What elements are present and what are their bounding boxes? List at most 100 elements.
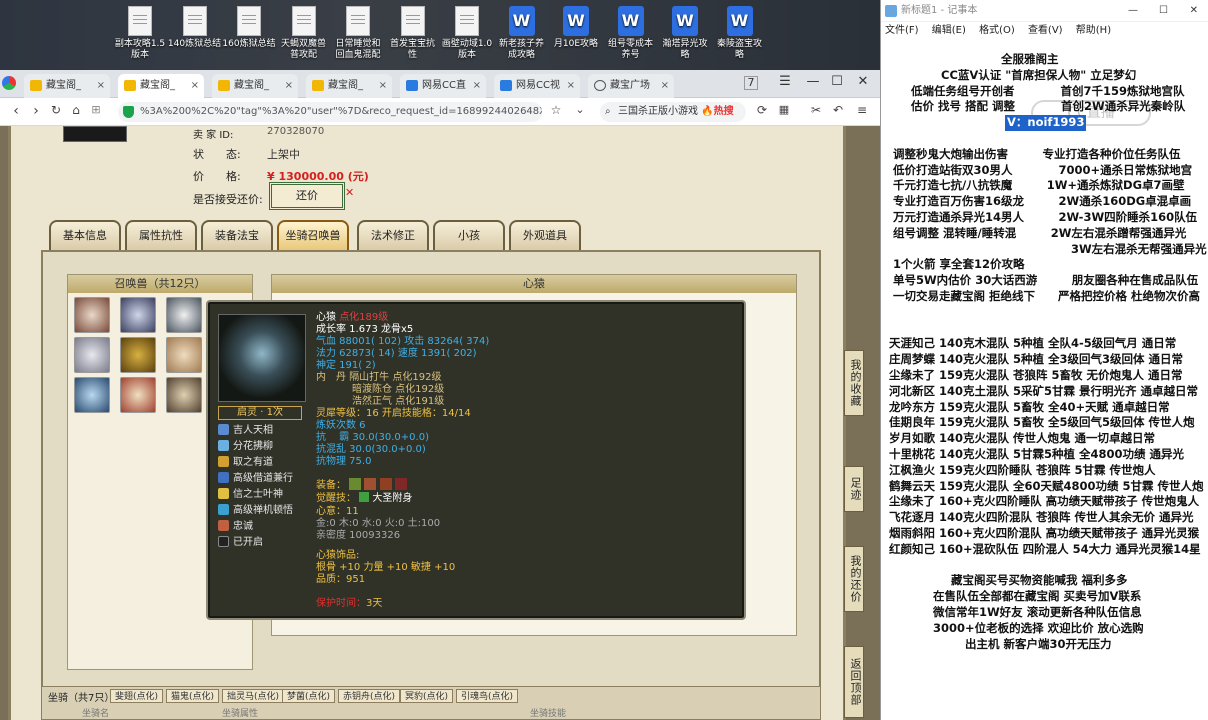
browser-tab-label: 藏宝阁_ <box>328 80 363 91</box>
desktop-icon[interactable]: W 月10E攻略 <box>546 2 606 70</box>
mount-tab[interactable]: 拙灵马(点化) <box>222 689 285 703</box>
notepad-maximize-button[interactable]: ☐ <box>1159 0 1168 22</box>
browser-tab[interactable]: 藏宝广场 × <box>588 74 674 98</box>
browser-tab[interactable]: 藏宝阁_ × <box>118 74 204 98</box>
pet-thumb[interactable] <box>120 337 156 373</box>
skill-name: 信之士叶神 <box>233 489 283 500</box>
forward-icon[interactable]: › <box>26 103 46 119</box>
menu-file[interactable]: 文件(F) <box>885 25 919 36</box>
bookmark-add-icon[interactable]: ⊞ <box>86 103 106 116</box>
reload-icon[interactable]: ↻ <box>46 103 66 117</box>
tab-spell[interactable]: 法术修正 <box>357 220 429 250</box>
notepad-line: 龙吟东方 159克火混队 5畜牧 全40+天赋 通卓越日常 <box>889 399 1170 414</box>
mount-tab[interactable]: 猫鬼(点化) <box>166 689 220 703</box>
minimize-button[interactable]: — <box>800 74 826 89</box>
url-text: %3A%200%2C%20"tag"%3A%20"user"%7D&reco_r… <box>140 106 542 117</box>
menu-format[interactable]: 格式(O) <box>979 25 1015 36</box>
bargain-button[interactable]: 还价 <box>269 182 345 210</box>
scissors-icon[interactable]: ✂ <box>806 103 826 117</box>
mount-tab[interactable]: 梦菌(点化) <box>282 689 336 703</box>
menu-view[interactable]: 查看(V) <box>1028 25 1063 36</box>
back-to-top-button[interactable]: 返回顶部 <box>844 646 864 718</box>
desktop-background: 副本攻略1.5 版本 140炼狱总结 160炼狱总结 天蝎双魔兽 普攻配 日常睡觉和 回… <box>0 0 880 70</box>
pet-thumb[interactable] <box>74 377 110 413</box>
notepad-line: 单号5W内估价 30大话西游 朋友圈各种在售成品队伍 <box>893 273 1199 288</box>
tab-equipment[interactable]: 装备法宝 <box>201 220 273 250</box>
desktop-icon[interactable]: W 新老孩子养 成攻略 <box>492 2 552 70</box>
tab-count-icon[interactable]: 7 <box>744 76 758 90</box>
menu-help[interactable]: 帮助(H) <box>1076 25 1111 36</box>
footprint-button[interactable]: 足迹 <box>844 466 864 512</box>
browser-tab[interactable]: 藏宝阁_ × <box>306 74 392 98</box>
pet-thumb[interactable] <box>166 337 202 373</box>
menu-icon[interactable]: ☰ <box>772 74 798 89</box>
desktop-icon[interactable]: 日常睡觉和 回血鬼混配 <box>328 2 388 70</box>
desktop-icon-label: 日常睡觉和 回血鬼混配 <box>335 39 381 60</box>
maximize-button[interactable]: ☐ <box>824 74 850 89</box>
notepad-text-area[interactable]: CC直播 全服雅阁主 CC蓝V认证 "首席担保人物" 立足梦幻 低端任务组号开创者 … <box>881 46 1208 720</box>
mount-tab[interactable]: 冥豹(点化) <box>400 689 454 703</box>
pet-thumb[interactable] <box>166 377 202 413</box>
equip-icon <box>394 478 407 490</box>
grid-icon[interactable]: ▦ <box>774 103 794 116</box>
refresh-icon[interactable]: ⟳ <box>752 103 772 117</box>
star-icon[interactable]: ☆ <box>546 103 566 117</box>
menu-edit[interactable]: 编辑(E) <box>932 25 966 36</box>
my-favorites-button[interactable]: 我的收藏 <box>844 350 864 416</box>
desktop-icon[interactable]: W 秦陵盗宝攻 略 <box>710 2 770 70</box>
notepad-line: 在售队伍全部都在藏宝阁 买卖号加V联系 <box>933 589 1142 604</box>
tab-close-icon[interactable]: × <box>191 74 199 98</box>
desktop-icon[interactable]: 天蝎双魔兽 普攻配 <box>274 2 334 70</box>
desktop-icon[interactable]: 160炼狱总结 <box>219 2 279 70</box>
tab-close-icon[interactable]: × <box>285 74 293 98</box>
desktop-icon[interactable]: 首发宝宝抗 性 <box>383 2 443 70</box>
mount-tab[interactable]: 赤钥舟(点化) <box>338 689 401 703</box>
browser-logo-icon[interactable] <box>2 76 16 90</box>
browser-tab[interactable]: 藏宝阁_ × <box>24 74 110 98</box>
notepad-close-button[interactable]: ✕ <box>1190 0 1198 22</box>
tab-child[interactable]: 小孩 <box>433 220 505 250</box>
undo-icon[interactable]: ↶ <box>828 103 848 117</box>
pet-thumb[interactable] <box>74 337 110 373</box>
mount-tab[interactable]: 斐翅(点化) <box>110 689 164 703</box>
pet-thumb[interactable] <box>120 297 156 333</box>
back-icon[interactable]: ‹ <box>6 103 26 119</box>
tab-attributes[interactable]: 属性抗性 <box>125 220 197 250</box>
pet-mp-spd: 法力 62873( 14) 速度 1391( 202) <box>316 348 477 359</box>
pet-thumb[interactable] <box>120 377 156 413</box>
notepad-line: 江枫渔火 159克火四阶睡队 苍狼阵 5甘霖 传世炮人 <box>889 462 1156 477</box>
notepad-minimize-button[interactable]: — <box>1128 0 1138 22</box>
desktop-icon[interactable]: W 瀚塔异光攻 略 <box>655 2 715 70</box>
browser-tab[interactable]: 藏宝阁_ × <box>212 74 298 98</box>
tab-close-icon[interactable]: × <box>97 74 105 98</box>
notepad-line: 全服雅阁主 <box>1001 52 1059 66</box>
mount-tab[interactable]: 引魂鸟(点化) <box>456 689 519 703</box>
pet-thumb[interactable] <box>166 297 202 333</box>
tab-appearance[interactable]: 外观道具 <box>509 220 581 250</box>
cc-live-icon <box>406 80 418 91</box>
desktop-icon[interactable]: W 组号零成本 养号 <box>601 2 661 70</box>
my-bargain-button[interactable]: 我的还价 <box>844 546 864 612</box>
browser-tab[interactable]: 网易CC视 × <box>494 74 580 98</box>
tab-close-icon[interactable]: × <box>567 74 575 98</box>
pet-thumb[interactable] <box>74 297 110 333</box>
tab-close-icon[interactable]: × <box>379 74 387 98</box>
tab-basic-info[interactable]: 基本信息 <box>49 220 121 250</box>
search-input[interactable]: ⌕ 三国杀正版小游戏 🔥热搜 <box>600 102 746 122</box>
close-button[interactable]: ✕ <box>850 74 876 89</box>
url-input[interactable]: %3A%200%2C%20"tag"%3A%20"user"%7D&reco_r… <box>118 102 542 122</box>
tab-close-icon[interactable]: × <box>473 74 481 98</box>
ornament-quality: 品质：951 <box>316 574 366 585</box>
dropdown-icon[interactable]: ⌄ <box>570 103 590 116</box>
desktop-icon[interactable]: 140炼狱总结 <box>165 2 225 70</box>
tab-mount-pet[interactable]: 坐骑召唤兽 <box>277 220 349 250</box>
pet-name: 心猿 <box>316 312 336 323</box>
text-file-icon <box>182 6 207 36</box>
status-label: 状 态: <box>193 148 241 161</box>
more-icon[interactable]: ≡ <box>852 103 872 117</box>
desktop-icon[interactable]: 副本攻略1.5 版本 <box>110 2 170 70</box>
desktop-icon[interactable]: 画壁动域1.0 版本 <box>437 2 497 70</box>
tab-close-icon[interactable]: × <box>661 74 669 98</box>
browser-tab[interactable]: 网易CC直 × <box>400 74 486 98</box>
home-icon[interactable]: ⌂ <box>66 103 86 117</box>
